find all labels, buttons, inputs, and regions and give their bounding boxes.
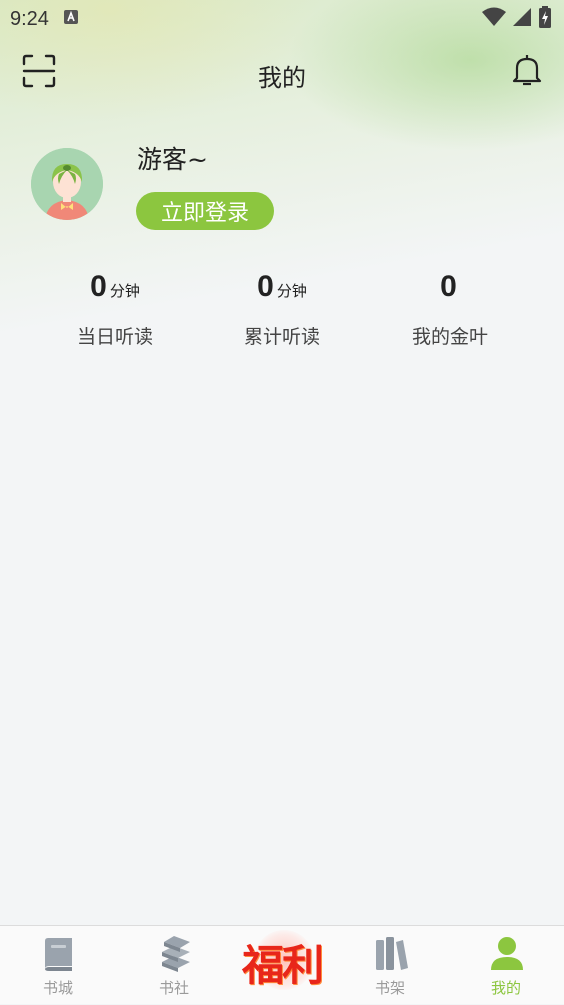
stat-unit: 分钟 (109, 282, 140, 300)
tab-label: 我的 (490, 979, 521, 997)
tab-book-club[interactable]: 书社 (118, 926, 230, 1005)
username: 游客~ (137, 145, 208, 174)
tab-bookshelf[interactable]: 书架 (334, 926, 446, 1005)
stat-label: 累计听读 (243, 326, 320, 348)
stat-total-listen[interactable]: 0 分钟 累计听读 (188, 270, 376, 349)
bookshelf-icon (376, 937, 408, 970)
stat-label: 我的金叶 (411, 326, 488, 348)
books-stack-icon (162, 936, 190, 972)
stat-unit: 分钟 (276, 282, 307, 300)
book-icon (45, 938, 72, 971)
stat-daily-listen[interactable]: 0 分钟 当日听读 (21, 270, 209, 349)
tab-mine[interactable]: 我的 (450, 926, 562, 1005)
login-button[interactable]: 立即登录 (136, 192, 274, 230)
cellular-signal-icon (512, 7, 532, 31)
notification-a-icon (63, 9, 79, 29)
bell-icon (512, 55, 542, 86)
default-avatar-icon (31, 148, 103, 220)
profile-card: 游客~ 立即登录 (0, 130, 564, 250)
stat-value: 0 (440, 270, 457, 303)
stat-label: 当日听读 (76, 326, 153, 348)
status-time: 9:24 (10, 7, 49, 30)
stat-value: 0 (257, 270, 274, 303)
notifications-button[interactable] (510, 52, 544, 88)
stat-gold-leaves[interactable]: 0 我的金叶 (356, 270, 544, 349)
status-bar: 9:24 (0, 0, 564, 38)
welfare-badge: 福利 (241, 941, 324, 990)
tab-label: 书城 (42, 979, 73, 997)
tab-bookstore[interactable]: 书城 (2, 926, 114, 1005)
page-title: 我的 (258, 64, 306, 92)
bottom-tab-bar: 书城 书社 福利 书架 我的 (0, 925, 564, 1004)
wifi-icon (482, 7, 506, 31)
battery-charging-icon (538, 6, 552, 32)
top-app-bar: 我的 (0, 48, 564, 98)
user-icon (491, 937, 523, 970)
stat-value: 0 (90, 270, 107, 303)
tab-welfare[interactable]: 福利 (232, 926, 332, 1005)
tab-label: 书社 (158, 979, 189, 997)
reading-stats: 0 分钟 当日听读 0 分钟 累计听读 0 我的金叶 (0, 270, 564, 360)
avatar[interactable] (31, 148, 103, 220)
tab-label: 书架 (374, 979, 405, 997)
